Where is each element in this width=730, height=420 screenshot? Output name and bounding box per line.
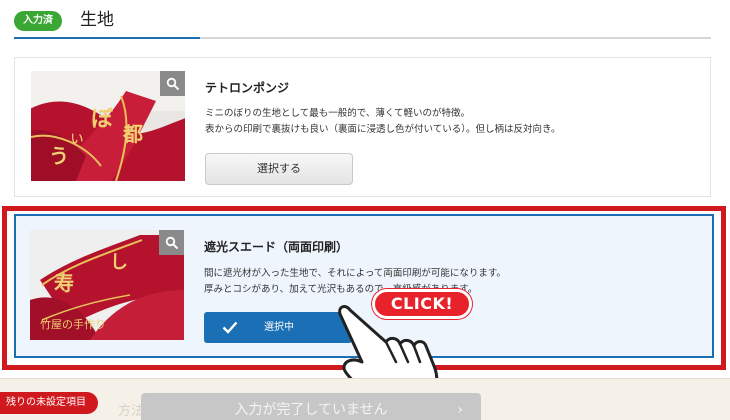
option-desc-line2: 表からの印刷で裏抜けも良い（裏面に浸透し色が付いている）。但し柄は反対向き。: [205, 124, 561, 135]
svg-text:ぼ: ぼ: [91, 107, 114, 132]
svg-text:寿: 寿: [54, 271, 74, 295]
svg-text:ぃ: ぃ: [69, 128, 85, 147]
proceed-button[interactable]: 入力が完了していません ›: [141, 393, 481, 420]
svg-text:う: う: [49, 144, 69, 168]
option-desc-line1: ミニのぼりの生地として最も一般的で、薄くて軽いのが特徴。: [205, 108, 471, 119]
svg-text:し: し: [110, 252, 128, 273]
checkmark-icon: [222, 321, 238, 334]
magnifier-icon: [165, 236, 178, 249]
svg-text:都: 都: [122, 122, 143, 146]
zoom-button[interactable]: [160, 71, 185, 96]
section-header: 入力済 生地: [14, 8, 711, 40]
section-divider-accent: [14, 37, 200, 39]
page: 入力済 生地 う ぼ 都 ぃ テトロンポンジ ミニのぼりの生地として最も一般的で…: [0, 0, 730, 420]
option-title: テトロンポンジ: [205, 81, 290, 95]
option-card-tetron-pongee[interactable]: う ぼ 都 ぃ テトロンポンジ ミニのぼりの生地として最も一般的で、薄くて軽いの…: [14, 57, 711, 197]
status-badge: 入力済: [14, 11, 62, 31]
fabric-thumbnail[interactable]: 寿 し 竹屋の手作り: [30, 230, 184, 340]
magnifier-icon: [166, 77, 179, 90]
svg-text:竹屋の手作り: 竹屋の手作り: [40, 317, 106, 331]
chevron-right-icon: ›: [457, 402, 463, 418]
select-button[interactable]: 選択する: [205, 153, 353, 185]
proceed-button-label: 入力が完了していません: [234, 402, 388, 418]
remaining-items-badge[interactable]: 残りの未設定項目: [0, 392, 98, 414]
option-title: 遮光スエード（両面印刷）: [204, 240, 349, 254]
selected-button-label: 選択中: [264, 322, 294, 333]
section-title: 生地: [80, 10, 114, 30]
option-desc-line1: 間に遮光材が入った生地で、それによって両面印刷が可能になります。: [204, 268, 506, 279]
zoom-button[interactable]: [159, 230, 184, 255]
fabric-thumbnail[interactable]: う ぼ 都 ぃ: [31, 71, 185, 181]
